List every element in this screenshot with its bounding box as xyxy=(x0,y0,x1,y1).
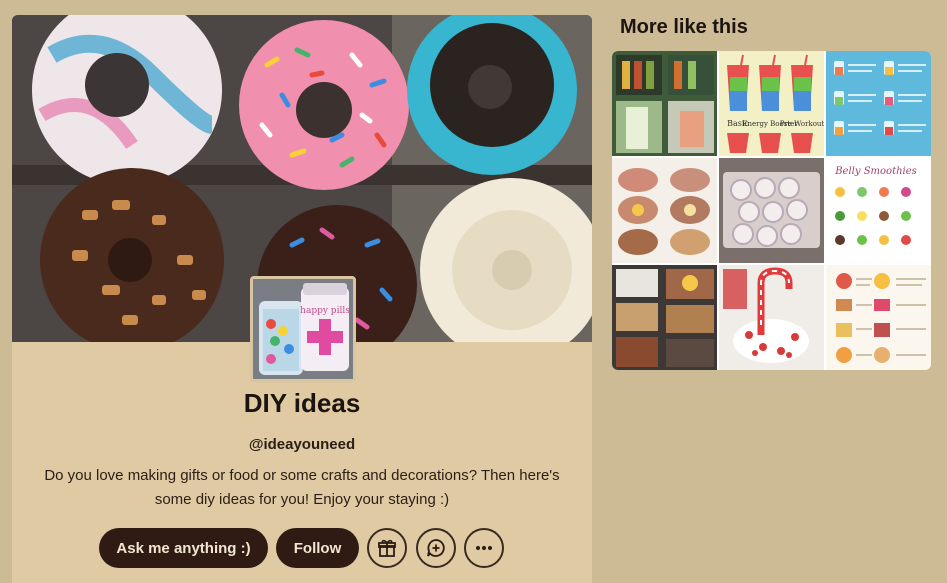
follow-button[interactable]: Follow xyxy=(276,528,359,568)
svg-text:Belly Smoothies: Belly Smoothies xyxy=(834,166,917,177)
blog-title: DIY ideas xyxy=(243,388,361,418)
more-like-this-grid[interactable]: Basic Energy Booster Pre Workout Belly S… xyxy=(612,51,931,370)
message-button[interactable] xyxy=(416,528,456,568)
pill-jars-image: happy pills xyxy=(253,279,353,379)
recommended-blog-tile[interactable] xyxy=(612,158,717,263)
recommended-blog-tile[interactable] xyxy=(826,51,931,156)
recommended-blog-tile[interactable] xyxy=(612,51,717,156)
recommended-blog-tile[interactable]: Basic Energy Booster Pre Workout xyxy=(719,51,824,156)
recommended-blog-tile[interactable] xyxy=(612,265,717,370)
new-message-icon xyxy=(427,539,445,557)
more-options-icon xyxy=(476,546,492,550)
blog-description: Do you love making gifts or food or some… xyxy=(44,467,560,508)
more-like-this-heading: More like this xyxy=(620,16,748,38)
svg-text:Pre Workout: Pre Workout xyxy=(780,120,824,128)
ask-button[interactable]: Ask me anything :) xyxy=(99,528,268,568)
svg-text:happy pills: happy pills xyxy=(300,306,350,316)
recommended-blog-tile[interactable]: Belly Smoothies xyxy=(826,158,931,263)
gift-button[interactable] xyxy=(367,528,407,568)
blog-header-card: happy pills DIY ideas @ideayouneed Do yo… xyxy=(12,15,592,583)
blog-handle[interactable]: @ideayouneed xyxy=(12,436,592,453)
recommended-blog-tile[interactable] xyxy=(719,265,824,370)
gift-icon xyxy=(378,539,396,557)
more-options-button[interactable] xyxy=(464,528,504,568)
recommended-blog-tile[interactable] xyxy=(719,158,824,263)
recommended-blog-tile[interactable] xyxy=(826,265,931,370)
blog-avatar[interactable]: happy pills xyxy=(250,276,356,382)
